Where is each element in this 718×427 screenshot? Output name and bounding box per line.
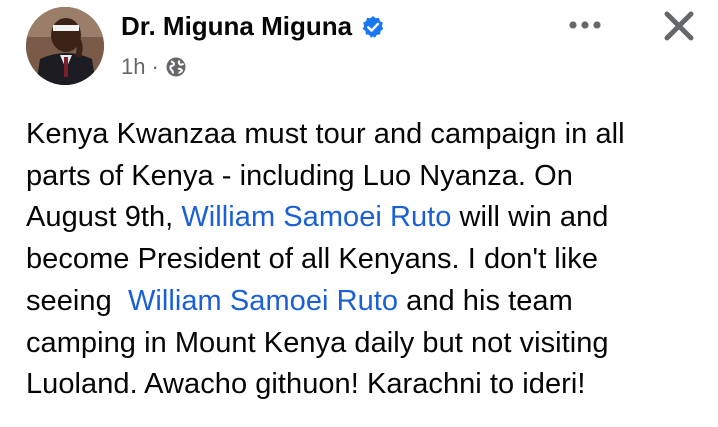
- meta-separator: ·: [151, 54, 159, 79]
- post-text-segment: will win and: [451, 201, 609, 234]
- post-text-segment: Luoland. Awacho githuon! Karachni to ide…: [26, 368, 586, 401]
- post-text-segment: and his team: [398, 284, 573, 317]
- post-time[interactable]: 1h: [121, 54, 145, 80]
- author-name[interactable]: Dr. Miguna Miguna: [121, 11, 352, 42]
- post-text-segment: seeing: [26, 284, 128, 317]
- post-text-line: parts of Kenya - including Luo Nyanza. O…: [26, 156, 710, 198]
- post-text-line: become President of all Kenyans. I don't…: [26, 239, 710, 281]
- post-text-segment: Kenya Kwanzaa must tour and campaign in …: [26, 118, 625, 150]
- post-text-segment: August 9th,: [26, 201, 182, 234]
- post-text-line: Luoland. Awacho githuon! Karachni to ide…: [26, 364, 710, 406]
- close-button[interactable]: [656, 6, 702, 46]
- mention-link[interactable]: William Samoei Ruto: [128, 285, 398, 317]
- more-options-button[interactable]: [565, 8, 605, 42]
- post-text-segment: become President of all Kenyans. I don't…: [26, 243, 598, 276]
- avatar[interactable]: [26, 7, 104, 85]
- post-text-line: August 9th, William Samoei Ruto will win…: [26, 197, 710, 239]
- mention-link[interactable]: William Samoei Ruto: [181, 201, 451, 233]
- post-text-segment: parts of Kenya - including Luo Nyanza. O…: [26, 159, 573, 192]
- post-text-line: camping in Mount Kenya daily but not vis…: [26, 323, 710, 365]
- author-row: Dr. Miguna Miguna: [121, 11, 385, 42]
- more-options-icon: [569, 21, 601, 29]
- verified-badge-icon: [361, 15, 385, 39]
- globe-icon[interactable]: [165, 56, 187, 78]
- close-icon: [664, 11, 694, 41]
- post-body: Kenya Kwanzaa must tour and campaign in …: [26, 114, 710, 406]
- post-text-line: Kenya Kwanzaa must tour and campaign in …: [26, 114, 710, 156]
- post-header: Dr. Miguna Miguna 1h ·: [0, 0, 718, 100]
- avatar-photo: [26, 7, 104, 85]
- post-text-segment: camping in Mount Kenya daily but not vis…: [26, 326, 609, 359]
- post-meta: 1h ·: [121, 54, 187, 80]
- post-text-line: seeing William Samoei Ruto and his team: [26, 281, 710, 323]
